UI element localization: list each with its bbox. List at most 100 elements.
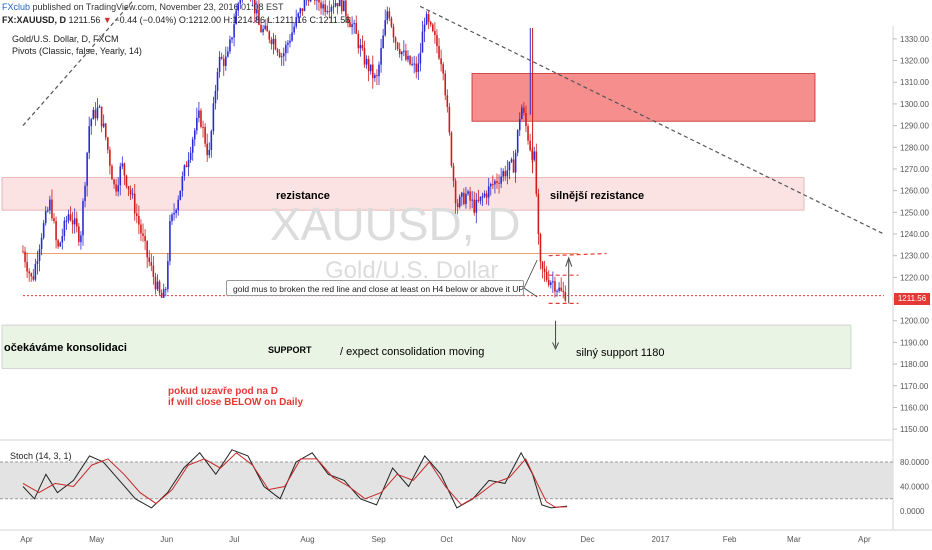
x-tick-label: Apr — [20, 535, 33, 544]
price-chart[interactable]: 1150.00 1160.00 1170.00 1180.00 1190.00 1200.… — [0, 0, 932, 550]
y-tick-label: 1270.00 — [900, 165, 929, 174]
bear-candle — [545, 271, 548, 280]
bear-candle — [427, 14, 430, 22]
bull-candle — [338, 0, 341, 7]
last-price: 1211.56 — [68, 15, 101, 25]
y-tick-label: 1200.00 — [900, 317, 929, 326]
bull-candle — [487, 186, 490, 198]
x-tick-label: Dec — [580, 535, 594, 544]
legend-title: Gold/U.S. Dollar, D, FXCM — [12, 34, 119, 44]
bear-candle — [51, 199, 53, 219]
bear-candle — [398, 48, 401, 55]
bull-candle — [63, 220, 66, 237]
bull-candle — [382, 35, 384, 49]
resistance-label: rezistance — [276, 190, 330, 202]
bull-candle — [285, 44, 287, 54]
bear-candle — [498, 182, 500, 184]
x-tick-label: Feb — [723, 535, 737, 544]
consolidation-en-label: / expect consolidation moving — [340, 346, 485, 358]
x-tick-label: Mar — [787, 535, 801, 544]
bull-candle — [262, 28, 264, 33]
strong-resistance-label: silnější rezistance — [550, 190, 645, 202]
callout-pointer-down — [523, 287, 538, 298]
bull-candle — [80, 235, 82, 243]
high-value: H:1214.86 — [223, 15, 266, 25]
bull-candle — [518, 119, 521, 131]
bull-candle — [189, 152, 192, 160]
bear-candle — [94, 109, 97, 119]
bull-candle — [417, 63, 420, 73]
bear-candle — [504, 171, 507, 177]
bear-candle — [222, 58, 225, 66]
bull-candle — [67, 214, 70, 221]
bull-candle — [214, 90, 217, 104]
bear-candle — [535, 151, 538, 194]
bull-candle — [196, 117, 198, 131]
bull-candle — [516, 130, 519, 153]
bull-candle — [316, 0, 318, 1]
publish-text: published on TradingView.com, November 2… — [32, 2, 284, 12]
bear-candle — [146, 241, 148, 258]
publish-header: FXclub published on TradingView.com, Nov… — [2, 2, 284, 12]
close-below-en-label: if will close BELOW on Daily — [168, 397, 304, 408]
bull-candle — [181, 176, 184, 191]
bear-candle — [440, 58, 442, 65]
bear-candle — [432, 24, 434, 32]
bear-candle — [111, 165, 113, 180]
bull-candle — [334, 3, 337, 7]
bear-candle — [541, 261, 544, 269]
bull-candle — [400, 51, 403, 55]
bear-candle — [154, 276, 157, 290]
y-tick-label: 1320.00 — [900, 57, 929, 66]
bear-candle — [30, 273, 33, 277]
bull-candle — [494, 181, 496, 185]
bull-candle — [280, 56, 283, 58]
bear-candle — [55, 221, 57, 241]
bull-candle — [407, 55, 409, 60]
bull-candle — [117, 185, 119, 192]
bull-candle — [229, 39, 231, 52]
bull-candle — [40, 237, 43, 250]
low-value: L:1211.16 — [267, 15, 307, 25]
bear-candle — [268, 31, 271, 40]
bear-candle — [318, 0, 320, 3]
bull-candle — [514, 152, 517, 173]
bear-candle — [446, 95, 449, 107]
bull-candle — [322, 4, 324, 9]
bear-candle — [371, 64, 374, 79]
strong-resistance-zone — [471, 73, 816, 122]
bull-candle — [102, 123, 105, 127]
stoch-tick-label: 80.0000 — [900, 458, 929, 467]
bear-candle — [75, 218, 78, 227]
bull-candle — [465, 193, 467, 205]
down-arrow-icon: ▼ — [102, 15, 112, 25]
bull-candle — [293, 26, 295, 33]
bear-candle — [324, 4, 326, 12]
bull-candle — [413, 63, 415, 65]
bear-candle — [140, 224, 142, 234]
bull-candle — [84, 185, 86, 202]
bull-candle — [380, 48, 382, 65]
y-tick-label: 1280.00 — [900, 143, 929, 152]
bull-candle — [44, 211, 47, 224]
close-value: C:1211.56 — [309, 15, 351, 25]
bull-candle — [65, 220, 68, 222]
bear-candle — [328, 11, 331, 13]
stoch-tick-label: 0.0000 — [900, 507, 925, 516]
bull-candle — [403, 50, 405, 52]
bull-candle — [88, 126, 90, 153]
bear-candle — [512, 159, 515, 173]
bull-candle — [502, 171, 504, 177]
bull-candle — [183, 165, 186, 177]
bear-candle — [266, 25, 269, 32]
bull-candle — [208, 149, 211, 156]
bear-candle — [429, 21, 432, 25]
bear-candle — [473, 199, 476, 213]
bear-candle — [492, 184, 494, 186]
open-value: O:1212.00 — [178, 15, 221, 25]
symbol-label: FX:XAUUSD, D — [2, 15, 67, 25]
brand-link[interactable]: FXclub — [2, 2, 30, 12]
bull-candle — [212, 103, 215, 132]
bull-candle — [299, 8, 302, 14]
bull-candle — [460, 192, 463, 197]
